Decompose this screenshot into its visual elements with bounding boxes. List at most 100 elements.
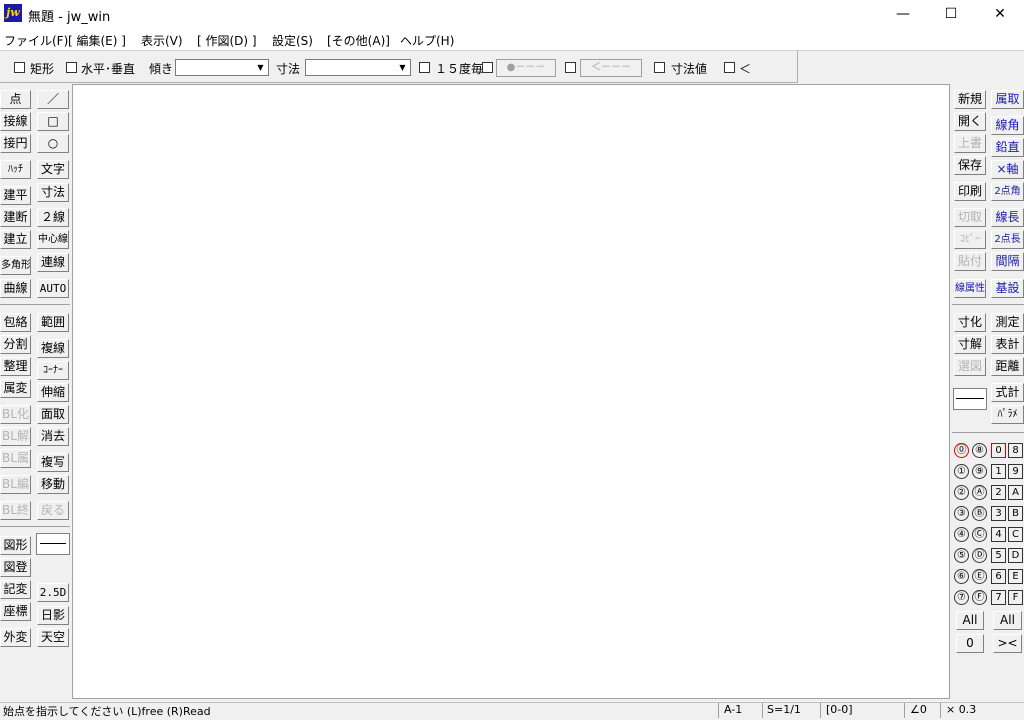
layer-8[interactable]: 8 [1008, 443, 1023, 458]
tool-open[interactable]: 開く [954, 112, 986, 131]
layer-3[interactable]: 3 [991, 506, 1006, 521]
tool-block-create[interactable]: BL化 [0, 405, 31, 424]
tool-external-change[interactable]: 外変 [0, 628, 31, 647]
tool-dim-release[interactable]: 寸解 [954, 335, 986, 354]
tool-block-attribute[interactable]: BL属 [0, 449, 31, 468]
layer-group-4[interactable]: ④ [954, 527, 969, 542]
tool-x-axis[interactable]: ×軸 [991, 160, 1024, 179]
tool-2-5d[interactable]: 2.5D [37, 583, 69, 602]
layer-all-button[interactable]: All [993, 611, 1022, 630]
layer-0[interactable]: 0 [991, 443, 1006, 458]
tool-polygon[interactable]: 多角形 [0, 256, 31, 275]
tool-print[interactable]: 印刷 [954, 182, 986, 201]
tool-continuous-line[interactable]: 連線 [37, 253, 69, 272]
tool-building-plan[interactable]: 建平 [0, 186, 31, 205]
tool-rectangle[interactable]: □ [37, 112, 69, 131]
tool-sun-shadow[interactable]: 日影 [37, 606, 69, 625]
layer-2[interactable]: 2 [991, 485, 1006, 500]
layer-group-7[interactable]: ⑦ [954, 590, 969, 605]
tool-divide[interactable]: 分割 [0, 335, 31, 354]
tool-double-line[interactable]: ２線 [37, 208, 69, 227]
layer-b[interactable]: B [1008, 506, 1023, 521]
tool-paste[interactable]: 貼付 [954, 252, 986, 271]
tool-range[interactable]: 範囲 [37, 313, 69, 332]
layer-group-6[interactable]: ⑥ [954, 569, 969, 584]
menu-view[interactable]: 表示(V) [141, 32, 183, 49]
tool-building-elevation[interactable]: 建立 [0, 230, 31, 249]
layer-group-d[interactable]: Ⓓ [972, 548, 987, 563]
tool-figure-register[interactable]: 図登 [0, 558, 31, 577]
tool-undo[interactable]: 戻る [37, 501, 69, 520]
layer-4[interactable]: 4 [991, 527, 1006, 542]
tool-sky[interactable]: 天空 [37, 628, 69, 647]
tool-line-attribute[interactable]: 線属性 [954, 279, 986, 298]
layer-a[interactable]: A [1008, 485, 1023, 500]
tool-auto[interactable]: AUTO [37, 279, 69, 298]
status-angle[interactable]: ∠0 [910, 703, 927, 716]
tool-curve[interactable]: 曲線 [0, 279, 31, 298]
tool-organize[interactable]: 整理 [0, 357, 31, 376]
tool-move[interactable]: 移動 [37, 475, 69, 494]
layer-f[interactable]: F [1008, 590, 1023, 605]
tool-envelope[interactable]: 包絡 [0, 313, 31, 332]
line-type-preview[interactable] [953, 388, 987, 410]
tool-symbol-change[interactable]: 記変 [0, 580, 31, 599]
tool-vertical[interactable]: 鉛直 [991, 138, 1024, 157]
tool-two-point-length[interactable]: 2点長 [991, 230, 1024, 249]
dot-checkbox[interactable] [482, 62, 493, 73]
dot-button[interactable]: ●－－－ [496, 59, 556, 77]
arrow-checkbox[interactable] [565, 62, 576, 73]
dim-value-checkbox[interactable] [654, 62, 665, 73]
layer-6[interactable]: 6 [991, 569, 1006, 584]
arrow-button[interactable]: ＜－－－ [580, 59, 642, 77]
tool-save[interactable]: 保存 [954, 156, 986, 175]
close-button[interactable]: ✕ [977, 0, 1023, 28]
menu-help[interactable]: ヘルプ(H) [400, 32, 454, 49]
layer-1[interactable]: 1 [991, 464, 1006, 479]
layer-5[interactable]: 5 [991, 548, 1006, 563]
status-layer[interactable]: [0-0] [826, 703, 853, 716]
dim-combo[interactable]: ▼ [305, 59, 411, 76]
tool-block-explode[interactable]: BL解 [0, 427, 31, 446]
tool-extend[interactable]: 伸縮 [37, 383, 69, 402]
layer-group-zero-button[interactable]: 0 [956, 634, 984, 653]
deg15-checkbox[interactable] [419, 62, 430, 73]
layer-e[interactable]: E [1008, 569, 1023, 584]
layer-group-3[interactable]: ③ [954, 506, 969, 521]
tool-hatch[interactable]: ﾊｯﾁ [0, 160, 31, 179]
layer-group-all-button[interactable]: All [956, 611, 984, 630]
tool-text[interactable]: 文字 [37, 160, 69, 179]
tool-line-angle[interactable]: 線角 [991, 116, 1024, 135]
layer-group-e[interactable]: Ⓔ [972, 569, 987, 584]
tool-corner[interactable]: ｺｰﾅｰ [37, 361, 69, 380]
tool-figure[interactable]: 図形 [0, 536, 31, 555]
rect-checkbox[interactable] [14, 62, 25, 73]
tool-line[interactable]: ／ [37, 90, 69, 109]
layer-7[interactable]: 7 [991, 590, 1006, 605]
tool-cut[interactable]: 切取 [954, 208, 986, 227]
layer-group-0[interactable]: ⓪ [954, 443, 969, 458]
tool-table-calc[interactable]: 表計 [991, 335, 1024, 354]
tool-measure[interactable]: 測定 [991, 313, 1024, 332]
menu-file[interactable]: ファイル(F) [4, 32, 68, 49]
tool-attribute-pick[interactable]: 属取 [991, 90, 1024, 109]
line-style-preview[interactable] [36, 533, 70, 555]
tool-copy-clip[interactable]: ｺﾋﾟｰ [954, 230, 986, 249]
layer-9[interactable]: 9 [1008, 464, 1023, 479]
layer-group-b[interactable]: Ⓑ [972, 506, 987, 521]
tilt-combo[interactable]: ▼ [175, 59, 269, 76]
status-zoom[interactable]: × 0.3 [946, 703, 976, 716]
tool-offset-line[interactable]: 複線 [37, 339, 69, 358]
layer-group-2[interactable]: ② [954, 485, 969, 500]
lt-checkbox[interactable] [724, 62, 735, 73]
tool-erase[interactable]: 消去 [37, 427, 69, 446]
layer-group-8[interactable]: ⑧ [972, 443, 987, 458]
layer-group-f[interactable]: Ⓕ [972, 590, 987, 605]
menu-draw[interactable]: [ 作図(D) ] [197, 32, 257, 49]
tool-chamfer[interactable]: 面取 [37, 405, 69, 424]
tool-coordinates[interactable]: 座標 [0, 602, 31, 621]
layer-group-a[interactable]: Ⓐ [972, 485, 987, 500]
tool-dimension[interactable]: 寸法 [37, 183, 69, 202]
tool-building-section[interactable]: 建断 [0, 208, 31, 227]
menu-settings[interactable]: 設定(S) [272, 32, 313, 49]
